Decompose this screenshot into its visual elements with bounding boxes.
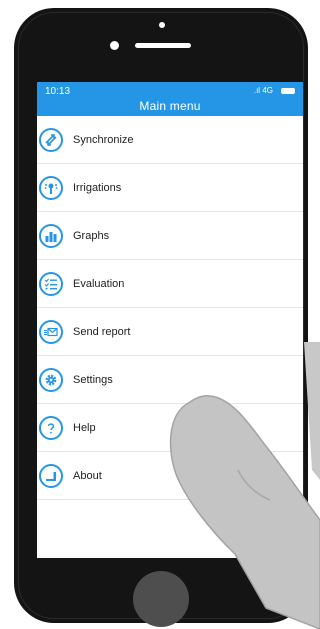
send-report-icon xyxy=(39,319,63,344)
network-type: 4G xyxy=(262,86,273,95)
menu-item-irrigations[interactable]: Irrigations xyxy=(37,164,303,212)
bar-chart-icon xyxy=(39,223,63,248)
menu-item-send-report[interactable]: Send report xyxy=(37,308,303,356)
menu-label-settings: Settings xyxy=(73,373,113,386)
menu-label-graphs: Graphs xyxy=(73,229,110,242)
sprinkler-icon xyxy=(39,175,63,200)
menu-label-about: About xyxy=(73,469,102,482)
front-camera xyxy=(159,22,165,28)
sync-icon xyxy=(39,127,63,152)
menu-item-graphs[interactable]: Graphs xyxy=(37,212,303,260)
checklist-icon xyxy=(39,271,63,296)
menu-label-evaluation: Evaluation xyxy=(73,277,125,290)
proximity-sensor xyxy=(110,41,119,50)
phone-screen: 10:13 .ıl 4G Main menu Synchronize Irrig… xyxy=(37,82,303,558)
home-button[interactable] xyxy=(133,571,189,627)
menu-label-synchronize: Synchronize xyxy=(73,133,134,146)
status-time: 10:13 xyxy=(45,86,71,97)
question-icon xyxy=(39,415,63,440)
page-title: Main menu xyxy=(139,99,201,113)
app-header: 10:13 .ıl 4G Main menu xyxy=(37,82,303,116)
menu-label-help: Help xyxy=(73,421,96,434)
menu-item-settings[interactable]: Settings xyxy=(37,356,303,404)
menu-label-send-report: Send report xyxy=(73,325,131,338)
menu-item-synchronize[interactable]: Synchronize xyxy=(37,116,303,164)
menu-item-about[interactable]: About xyxy=(37,452,303,500)
menu-label-irrigations: Irrigations xyxy=(73,181,122,194)
menu-item-evaluation[interactable]: Evaluation xyxy=(37,260,303,308)
about-icon xyxy=(39,463,63,488)
gear-icon xyxy=(39,367,63,392)
signal-bars-icon: .ıl xyxy=(253,86,261,95)
main-menu-list: Synchronize Irrigations Graphs Evaluatio… xyxy=(37,116,303,500)
signal-indicator: .ıl 4G xyxy=(254,86,273,95)
menu-item-help[interactable]: Help xyxy=(37,404,303,452)
earpiece-speaker xyxy=(135,43,191,48)
battery-icon xyxy=(281,88,295,94)
